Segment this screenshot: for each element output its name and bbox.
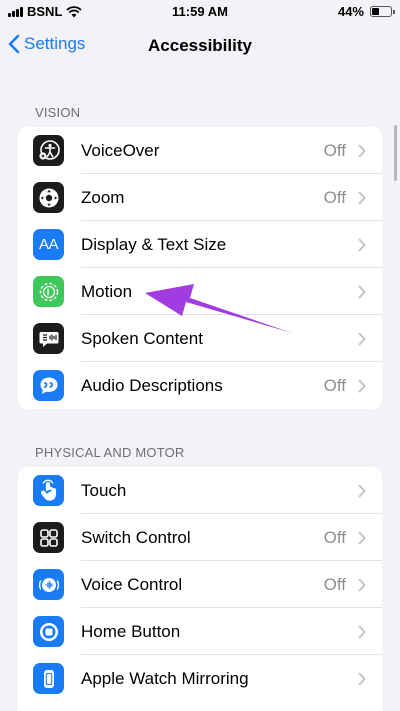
scroll-indicator[interactable] (394, 125, 397, 181)
chevron-right-icon (358, 144, 366, 158)
row-value: Off (323, 527, 346, 547)
voiceover-icon (33, 135, 64, 166)
settings-group-vision: VoiceOver Off Zoom Off AA Display & Text… (18, 127, 382, 409)
row-voice-control[interactable]: Voice Control Off (18, 561, 382, 608)
row-motion[interactable]: Motion (18, 268, 382, 315)
row-apple-watch-mirroring[interactable]: Apple Watch Mirroring (18, 655, 382, 702)
chevron-right-icon (358, 332, 366, 346)
spoken-content-icon (33, 323, 64, 354)
row-label: Apple Watch Mirroring (81, 668, 249, 688)
row-label: Switch Control (81, 527, 191, 547)
chevron-right-icon (358, 672, 366, 686)
chevron-right-icon (358, 238, 366, 252)
chevron-right-icon (358, 484, 366, 498)
chevron-right-icon (358, 531, 366, 545)
row-touch[interactable]: Touch (18, 467, 382, 514)
section-header-physical-motor: PHYSICAL AND MOTOR (35, 445, 185, 460)
row-value: Off (323, 140, 346, 160)
navigation-bar: Settings Accessibility (0, 28, 400, 64)
row-label: Motion (81, 281, 133, 301)
row-audio-descriptions[interactable]: Audio Descriptions Off (18, 362, 382, 409)
chevron-right-icon (358, 578, 366, 592)
row-label: Voice Control (81, 574, 183, 594)
switch-control-icon (33, 522, 64, 553)
row-voiceover[interactable]: VoiceOver Off (18, 127, 382, 174)
row-display-text-size[interactable]: AA Display & Text Size (18, 221, 382, 268)
home-button-icon (33, 616, 64, 647)
chevron-right-icon (358, 285, 366, 299)
row-home-button[interactable]: Home Button (18, 608, 382, 655)
touch-icon (33, 475, 64, 506)
row-label: Spoken Content (81, 328, 203, 348)
row-zoom[interactable]: Zoom Off (18, 174, 382, 221)
row-label: Display & Text Size (81, 234, 227, 254)
chevron-right-icon (358, 191, 366, 205)
status-bar: BSNL 11:59 AM 44% (0, 0, 400, 24)
page-title: Accessibility (148, 36, 252, 55)
audio-descriptions-icon (33, 370, 64, 401)
row-label: Zoom (81, 187, 125, 207)
row-value: Off (323, 574, 346, 594)
battery-percent: 44% (337, 4, 364, 19)
text-size-glyph: AA (38, 236, 59, 253)
status-right: 44% (337, 4, 395, 19)
text-size-icon: AA (33, 229, 64, 260)
zoom-icon (33, 182, 64, 213)
chevron-right-icon (358, 625, 366, 639)
row-label: Home Button (81, 621, 181, 641)
battery-icon (370, 6, 395, 17)
row-value: Off (323, 187, 346, 207)
row-label: Audio Descriptions (81, 375, 223, 395)
chevron-right-icon (358, 379, 366, 393)
row-label: Touch (81, 480, 127, 500)
apple-watch-icon (33, 663, 64, 694)
section-header-vision: VISION (35, 105, 81, 120)
row-label: VoiceOver (81, 140, 160, 160)
motion-icon (33, 276, 64, 307)
settings-group-physical-motor: Touch Switch Control Off Voice Control O… (18, 467, 382, 711)
row-value: Off (323, 375, 346, 395)
row-spoken-content[interactable]: Spoken Content (18, 315, 382, 362)
voice-control-icon (33, 569, 64, 600)
row-switch-control[interactable]: Switch Control Off (18, 514, 382, 561)
